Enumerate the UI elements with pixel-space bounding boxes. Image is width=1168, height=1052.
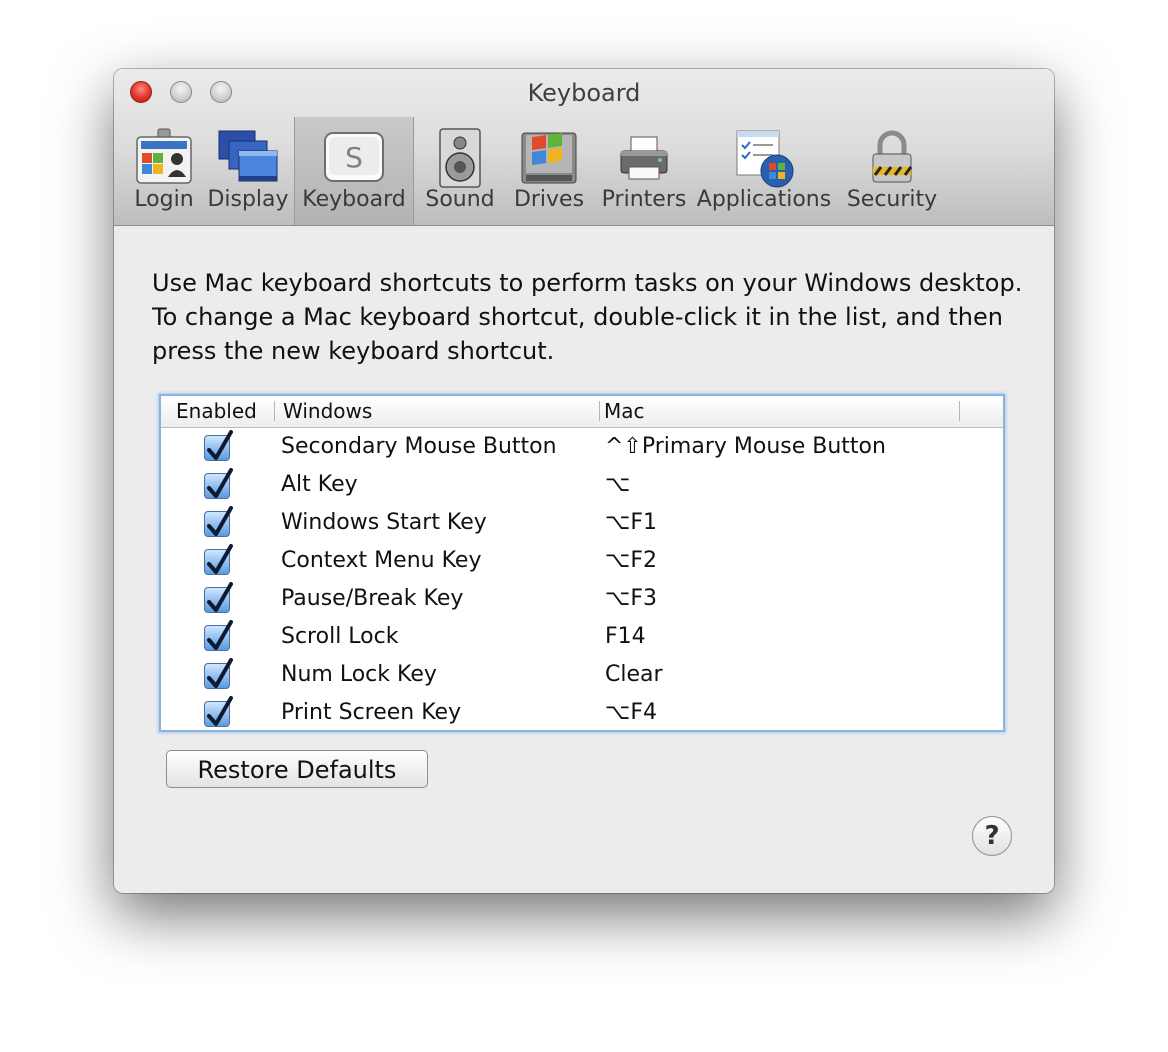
printer-icon [620,136,668,180]
checkmark-icon [207,696,233,726]
table-row[interactable]: Windows Start Key ⌥F1 [161,506,1003,544]
tab-display[interactable]: Display [204,117,292,225]
table-row[interactable]: Pause/Break Key ⌥F3 [161,582,1003,620]
column-header-enabled[interactable]: Enabled [176,399,257,423]
checkmark-icon [207,468,233,498]
enabled-checkbox[interactable] [204,620,233,651]
tab-label: Printers [601,187,687,212]
mac-shortcut-cell[interactable]: F14 [605,624,646,649]
mac-shortcut-cell[interactable]: ⌥F3 [605,586,657,611]
content-pane: Use Mac keyboard shortcuts to perform ta… [114,226,1054,893]
toolbar: Keyboard Login Display S Keyboard Sound … [114,69,1054,226]
table-row[interactable]: Alt Key ⌥ [161,468,1003,506]
table-row[interactable]: Secondary Mouse Button ^⇧Primary Mouse Bu… [161,430,1003,468]
keyboard-preferences-window: Keyboard Login Display S Keyboard Sound … [114,69,1054,893]
checkmark-icon [207,430,233,460]
enabled-checkbox[interactable] [204,506,233,537]
checkmark-icon [207,544,233,574]
description-text: Use Mac keyboard shortcuts to perform ta… [152,269,1023,365]
tab-drives[interactable]: Drives [504,117,594,225]
windows-key-cell: Context Menu Key [281,548,482,573]
tab-label: Keyboard [302,187,406,212]
mac-shortcut-cell[interactable]: ^⇧Primary Mouse Button [605,434,886,459]
enabled-checkbox[interactable] [204,582,233,613]
enabled-checkbox[interactable] [204,696,233,727]
column-header-mac[interactable]: Mac [604,399,645,423]
enabled-checkbox[interactable] [204,468,233,499]
login-badge-icon [136,128,192,184]
tab-applications[interactable]: Applications [696,117,832,225]
restore-defaults-button[interactable]: Restore Defaults [166,750,428,788]
checkmark-icon [207,582,233,612]
padlock-icon [872,130,913,183]
table-row[interactable]: Num Lock Key Clear [161,658,1003,696]
help-button[interactable]: ? [972,816,1012,856]
mac-shortcut-cell[interactable]: ⌥F4 [605,700,657,725]
mac-shortcut-cell[interactable]: ⌥ [605,472,630,497]
keyboard-key-icon: S [324,132,384,182]
mac-shortcut-cell[interactable]: ⌥F2 [605,548,657,573]
mac-shortcut-cell[interactable]: ⌥F1 [605,510,657,535]
tab-label: Security [846,187,938,212]
tab-label: Applications [696,187,832,212]
table-header: Enabled Windows Mac [161,396,1003,428]
windows-key-cell: Pause/Break Key [281,586,464,611]
windows-key-cell: Scroll Lock [281,624,399,649]
checkmark-icon [207,620,233,650]
drive-icon [521,132,577,184]
column-header-windows[interactable]: Windows [283,399,372,423]
tab-login[interactable]: Login [126,117,202,225]
tab-keyboard[interactable]: S Keyboard [294,117,414,225]
tab-printers[interactable]: Printers [594,117,694,225]
table-row[interactable]: Print Screen Key ⌥F4 [161,696,1003,734]
enabled-checkbox[interactable] [204,430,233,461]
tab-security[interactable]: Security [832,117,952,225]
checkmark-icon [207,658,233,688]
tab-label: Display [207,187,289,212]
column-divider [959,401,960,421]
enabled-checkbox[interactable] [204,544,233,575]
tab-label: Login [134,187,194,212]
windows-key-cell: Secondary Mouse Button [281,434,557,459]
windows-key-cell: Windows Start Key [281,510,487,535]
tab-label: Drives [513,187,585,212]
tab-sound[interactable]: Sound [416,117,504,225]
tab-label: Sound [425,187,495,212]
column-divider [599,401,600,421]
applications-icon [736,130,794,188]
table-row[interactable]: Scroll Lock F14 [161,620,1003,658]
enabled-checkbox[interactable] [204,658,233,689]
toolbar-tabs: Login Display S Keyboard Sound Drives Pr… [126,117,952,225]
table-row[interactable]: Context Menu Key ⌥F2 [161,544,1003,582]
speaker-icon [439,128,481,188]
key-letter: S [345,141,363,174]
window-title: Keyboard [527,79,641,107]
checkmark-icon [207,506,233,536]
windows-key-cell: Alt Key [281,472,358,497]
column-divider [274,401,275,421]
windows-key-cell: Num Lock Key [281,662,437,687]
mac-shortcut-cell[interactable]: Clear [605,662,663,687]
display-windows-icon [218,130,278,182]
shortcuts-table[interactable]: Enabled Windows Mac Secondary Mouse Butt… [159,394,1005,732]
windows-key-cell: Print Screen Key [281,700,462,725]
